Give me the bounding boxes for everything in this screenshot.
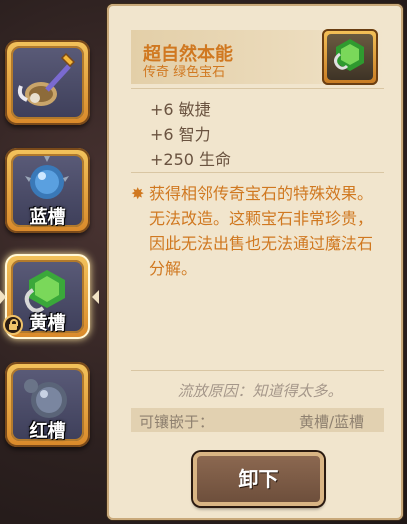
star-icon: ✸ (131, 184, 145, 203)
gem-rarity: 传奇 绿色宝石 (143, 65, 226, 80)
lute-wrench-icon (17, 52, 76, 106)
socket-value: 黄槽/蓝槽 (299, 413, 365, 431)
divider-bottom (131, 370, 384, 371)
divider-top (131, 88, 384, 89)
slot-blue[interactable]: 蓝槽 (5, 148, 90, 233)
slot-red-label: 红槽 (29, 421, 66, 442)
slot-red[interactable]: 红槽 (5, 362, 90, 447)
gem-description: 获得相邻传奇宝石的特殊效果。无法改造。这颗宝石非常珍贵，因此无法出售也无法通过魔… (149, 184, 374, 278)
stat-agility: +6 敏捷 (150, 100, 211, 119)
stat-health: +250 生命 (150, 150, 232, 169)
slot-indicator-right (92, 290, 99, 304)
slot-weapon[interactable] (5, 40, 90, 125)
slot-indicator-left (0, 290, 6, 304)
stat-intelligence: +6 智力 (150, 125, 211, 144)
gem-icon-frame (322, 29, 378, 85)
green-gem-icon (334, 39, 364, 71)
slot-weapon-frame (11, 46, 84, 119)
slot-blue-label: 蓝槽 (29, 207, 66, 228)
exile-reason: 流放原因：知道得太多。 (177, 382, 343, 400)
divider-mid (131, 172, 384, 173)
unload-button[interactable]: 卸下 (193, 452, 324, 506)
lock-icon (3, 315, 23, 335)
socket-label: 可镶嵌于： (139, 413, 215, 431)
